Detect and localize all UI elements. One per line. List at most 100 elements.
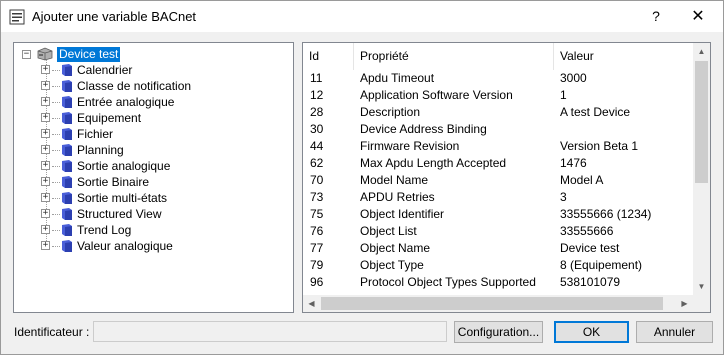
- table-row[interactable]: 73 APDU Retries 3: [303, 189, 693, 206]
- cell-property: Object Type: [360, 258, 424, 272]
- cell-value: 1: [560, 88, 567, 102]
- identifier-field[interactable]: [93, 321, 447, 342]
- table-row[interactable]: 70 Model Name Model A: [303, 172, 693, 189]
- expand-icon[interactable]: +: [41, 177, 50, 186]
- dialog-window: Ajouter une variable BACnet ? ✕ − Device…: [0, 0, 724, 355]
- table-row[interactable]: 28 Description A test Device: [303, 104, 693, 121]
- tree-item-label: Entrée analogique: [77, 95, 175, 109]
- table-row[interactable]: 11 Apdu Timeout 3000: [303, 70, 693, 87]
- scrollbar-corner: [693, 295, 710, 312]
- cell-property: Object Identifier: [360, 207, 445, 221]
- cell-value: 8 (Equipement): [560, 258, 643, 272]
- cell-id: 76: [310, 224, 324, 238]
- cell-value: 3: [560, 190, 567, 204]
- help-button[interactable]: ?: [641, 3, 671, 30]
- table-row[interactable]: 62 Max Apdu Length Accepted 1476: [303, 155, 693, 172]
- tree-item[interactable]: + Sortie analogique: [14, 158, 284, 174]
- cell-id: 44: [310, 139, 324, 153]
- scroll-left-icon[interactable]: ◀: [303, 295, 320, 312]
- cancel-button[interactable]: Annuler: [636, 321, 713, 343]
- cell-value: 1476: [560, 156, 587, 170]
- tree-root-device[interactable]: − Device test: [14, 46, 284, 62]
- cell-id: 79: [310, 258, 324, 272]
- cell-property: Apdu Timeout: [360, 71, 435, 85]
- tree-item[interactable]: + Planning: [14, 142, 284, 158]
- vertical-scrollbar[interactable]: ▲ ▼: [693, 43, 710, 295]
- book-icon: [62, 208, 72, 220]
- expand-icon[interactable]: +: [41, 65, 50, 74]
- horizontal-scroll-thumb[interactable]: [321, 297, 663, 310]
- expand-icon[interactable]: +: [41, 241, 50, 250]
- cell-property: Object Name: [360, 241, 431, 255]
- title-bar[interactable]: Ajouter une variable BACnet ? ✕: [1, 1, 723, 32]
- cell-id: 28: [310, 105, 324, 119]
- cell-id: 12: [310, 88, 324, 102]
- expand-icon[interactable]: +: [41, 225, 50, 234]
- cell-property: APDU Retries: [360, 190, 435, 204]
- expand-icon[interactable]: +: [41, 81, 50, 90]
- ok-button[interactable]: OK: [554, 321, 629, 343]
- cell-id: 11: [310, 71, 323, 85]
- table-row[interactable]: 79 Object Type 8 (Equipement): [303, 257, 693, 274]
- tree-item[interactable]: + Sortie multi-états: [14, 190, 284, 206]
- table-row[interactable]: 96 Protocol Object Types Supported 53810…: [303, 274, 693, 291]
- expand-icon[interactable]: +: [41, 145, 50, 154]
- tree-item-label: Valeur analogique: [77, 239, 173, 253]
- cell-value: Version Beta 1: [560, 139, 639, 153]
- identifier-label: Identificateur :: [14, 325, 90, 339]
- vertical-scroll-thumb[interactable]: [695, 61, 708, 183]
- tree-item[interactable]: + Calendrier: [14, 62, 284, 78]
- table-row[interactable]: 12 Application Software Version 1: [303, 87, 693, 104]
- cell-id: 70: [310, 173, 324, 187]
- close-button[interactable]: ✕: [681, 3, 715, 30]
- tree-root-label[interactable]: Device test: [57, 47, 121, 62]
- tree-item[interactable]: + Structured View: [14, 206, 284, 222]
- app-icon: [9, 9, 25, 25]
- expand-icon[interactable]: +: [41, 113, 50, 122]
- tree-item-label: Classe de notification: [77, 79, 192, 93]
- collapse-icon[interactable]: −: [22, 50, 31, 59]
- configuration-button[interactable]: Configuration...: [454, 321, 543, 343]
- scroll-down-icon[interactable]: ▼: [693, 278, 710, 295]
- property-list[interactable]: Id Propriété Valeur 11 Apdu Timeout 3000…: [302, 42, 711, 313]
- horizontal-scrollbar[interactable]: ◀ ▶: [303, 295, 693, 312]
- table-row[interactable]: 75 Object Identifier 33555666 (1234): [303, 206, 693, 223]
- column-header-property[interactable]: Propriété: [354, 43, 409, 70]
- expand-icon[interactable]: +: [41, 129, 50, 138]
- scroll-right-icon[interactable]: ▶: [676, 295, 693, 312]
- tree-item[interactable]: + Entrée analogique: [14, 94, 284, 110]
- table-row[interactable]: 77 Object Name Device test: [303, 240, 693, 257]
- window-title: Ajouter une variable BACnet: [32, 9, 197, 24]
- tree-item[interactable]: + Fichier: [14, 126, 284, 142]
- expand-icon[interactable]: +: [41, 97, 50, 106]
- cell-id: 73: [310, 190, 324, 204]
- tree-item[interactable]: + Valeur analogique: [14, 238, 284, 254]
- object-tree[interactable]: − Device test + Calendrier + Classe de n…: [13, 42, 294, 313]
- tree-children: + Calendrier + Classe de notification + …: [14, 62, 284, 254]
- tree-item[interactable]: + Sortie Binaire: [14, 174, 284, 190]
- expand-icon[interactable]: +: [41, 209, 50, 218]
- tree-item[interactable]: + Trend Log: [14, 222, 284, 238]
- book-icon: [62, 224, 72, 236]
- cell-property: Device Address Binding: [360, 122, 487, 136]
- tree-item[interactable]: + Equipement: [14, 110, 284, 126]
- column-header-value[interactable]: Valeur: [554, 43, 594, 70]
- tree-item[interactable]: + Classe de notification: [14, 78, 284, 94]
- table-row[interactable]: 76 Object List 33555666: [303, 223, 693, 240]
- tree-item-label: Sortie analogique: [77, 159, 171, 173]
- cell-value: A test Device: [560, 105, 631, 119]
- tree-item-label: Structured View: [77, 207, 162, 221]
- expand-icon[interactable]: +: [41, 161, 50, 170]
- cell-property: Description: [360, 105, 421, 119]
- book-icon: [62, 176, 72, 188]
- tree-item-label: Sortie Binaire: [77, 175, 150, 189]
- table-row[interactable]: 30 Device Address Binding: [303, 121, 693, 138]
- tree-item-label: Calendrier: [77, 63, 133, 77]
- scroll-up-icon[interactable]: ▲: [693, 43, 710, 60]
- book-icon: [62, 144, 72, 156]
- table-row[interactable]: 44 Firmware Revision Version Beta 1: [303, 138, 693, 155]
- book-icon: [62, 80, 72, 92]
- expand-icon[interactable]: +: [41, 193, 50, 202]
- column-header-id[interactable]: Id: [303, 43, 319, 70]
- cell-value: Model A: [560, 173, 604, 187]
